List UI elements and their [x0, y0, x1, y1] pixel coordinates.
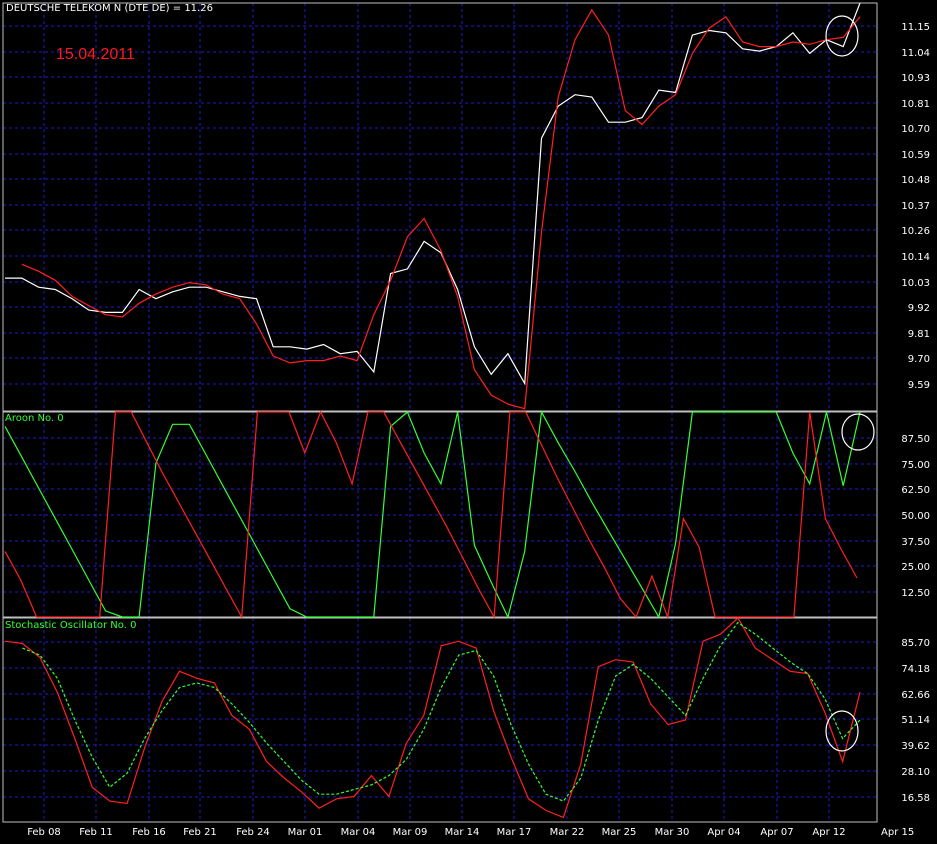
chart-canvas: 11.15 11.04 10.93 10.81 10.70 10.59 10.48 10.37… — [2, 2, 930, 838]
y-tick-label: 9.59 — [908, 380, 930, 391]
y-tick-label: 10.14 — [901, 252, 930, 263]
y-tick-label: 11.15 — [901, 22, 930, 33]
y-tick-label: 85.70 — [901, 638, 930, 649]
x-tick-label: Apr 04 — [707, 827, 740, 838]
highlight-circle-stochastic — [825, 710, 859, 752]
date-annotation: 15.04.2011 — [56, 46, 135, 63]
x-tick-label: Mar 22 — [550, 827, 585, 838]
tick-layer: 11.15 11.04 10.93 10.81 10.70 10.59 10.48 10.37… — [27, 22, 930, 838]
x-tick-label: Mar 17 — [497, 827, 532, 838]
highlight-circle-price — [825, 15, 859, 57]
y-tick-label: 12.50 — [901, 588, 930, 599]
y-tick-label: 10.70 — [901, 124, 930, 135]
y-tick-label: 74.18 — [901, 664, 930, 675]
x-tick-label: Apr 12 — [812, 827, 845, 838]
y-tick-label: 75.00 — [901, 460, 930, 471]
x-tick-label: Apr 07 — [760, 827, 793, 838]
stochastic-panel-title: Stochastic Oscillator No. 0 — [5, 620, 137, 631]
x-tick-label: Mar 14 — [445, 827, 480, 838]
x-tick-label: Apr 15 — [881, 827, 914, 838]
y-tick-label: 62.50 — [901, 485, 930, 496]
y-tick-label: 9.92 — [908, 303, 930, 314]
series-line-2-0 — [4, 617, 861, 819]
panel-frame — [2, 2, 878, 412]
series-line-0-1 — [21, 8, 861, 410]
y-tick-label: 10.37 — [901, 201, 930, 212]
y-tick-label: 28.10 — [901, 767, 930, 778]
price-chart-title: DEUTSCHE TELEKOM N (DTE DE) = 11.26 — [6, 3, 213, 14]
y-tick-label: 10.59 — [901, 150, 930, 161]
y-tick-label: 10.48 — [901, 175, 930, 186]
x-tick-label: Mar 01 — [288, 827, 323, 838]
y-tick-label: 10.81 — [901, 99, 930, 110]
y-tick-label: 10.03 — [901, 278, 930, 289]
x-tick-label: Feb 11 — [79, 827, 113, 838]
y-tick-label: 37.50 — [901, 537, 930, 548]
y-tick-label: 16.58 — [901, 793, 930, 804]
y-tick-label: 50.00 — [901, 511, 930, 522]
y-tick-label: 9.70 — [908, 354, 930, 365]
x-tick-label: Mar 30 — [655, 827, 690, 838]
series-line-2-1 — [22, 621, 861, 802]
x-tick-label: Feb 24 — [236, 827, 270, 838]
y-tick-label: 25.00 — [901, 562, 930, 573]
aroon-panel-title: Aroon No. 0 — [5, 413, 64, 424]
y-tick-label: 51.14 — [901, 715, 930, 726]
y-tick-label: 9.81 — [908, 329, 930, 340]
series-layer — [4, 2, 861, 819]
y-tick-label: 10.93 — [901, 73, 930, 84]
x-tick-label: Mar 25 — [602, 827, 637, 838]
x-tick-label: Feb 21 — [183, 827, 217, 838]
y-tick-label: 39.62 — [901, 741, 930, 752]
y-tick-label: 87.50 — [901, 434, 930, 445]
x-tick-label: Mar 04 — [341, 827, 376, 838]
y-tick-label: 11.04 — [901, 48, 930, 59]
y-tick-label: 10.26 — [901, 226, 930, 237]
x-tick-label: Feb 16 — [132, 827, 166, 838]
x-tick-label: Mar 09 — [393, 827, 428, 838]
x-tick-label: Feb 08 — [27, 827, 61, 838]
y-tick-label: 62.66 — [901, 690, 930, 701]
